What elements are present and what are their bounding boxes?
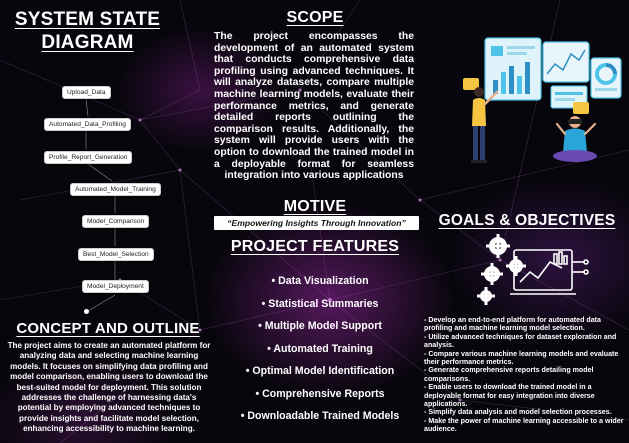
gears-analytics-icon (470, 232, 590, 312)
features-title: PROJECT FEATURES (230, 238, 400, 255)
goal-item: - Enable users to download the trained m… (424, 383, 595, 409)
data-dashboard-illustration (455, 30, 629, 170)
state-best-model-selection: Best_Model_Selection (78, 248, 154, 261)
feature-item: • Multiple Model Support (258, 320, 382, 332)
scope-paragraph: The project encompasses the development … (214, 31, 414, 182)
goal-item: - Compare various machine learning model… (424, 349, 619, 367)
goals-title: GOALS & OBJECTIVES (438, 212, 616, 229)
features-list: • Data Visualization • Statistical Summa… (210, 270, 430, 428)
system-state-diagram-title: SYSTEM STATE DIAGRAM (14, 9, 161, 53)
feature-item: • Comprehensive Reports (255, 387, 385, 400)
goal-item: - Simplify data analysis and model selec… (424, 408, 612, 417)
scope-title: SCOPE (286, 9, 344, 26)
state-diagram: Upload_Data Automated_Data_Profiling Pro… (0, 60, 210, 320)
goal-item: - Make the power of machine learning acc… (424, 416, 624, 434)
goal-item: - Develop an end-to-end platform for aut… (424, 316, 601, 333)
feature-item: • Automated Training (267, 342, 373, 355)
feature-item: • Data Visualization (271, 275, 369, 287)
concept-paragraph: The project aims to create an automated … (7, 341, 211, 434)
feature-item: • Optimal Model Identification (245, 365, 395, 377)
goals-list: - Develop an end-to-end platform for aut… (424, 316, 628, 434)
state-profile-report-generation: Profile_Report_Generation (44, 151, 133, 164)
state-automated-model-training: Automated_Model_Training (70, 183, 161, 196)
motive-title: MOTIVE (283, 198, 347, 215)
state-automated-data-profiling: Automated_Data_Profiling (44, 118, 131, 131)
goal-item: - Generate comprehensive reports detaili… (424, 366, 594, 383)
final-state-dot (84, 309, 89, 314)
state-upload-data: Upload_Data (62, 86, 111, 99)
feature-item: • Downloadable Trained Models (240, 410, 400, 422)
goal-item: - Utilize advanced techniques for datase… (424, 332, 617, 350)
state-model-comparison: Model_Comparison (82, 215, 150, 228)
feature-item: • Statistical Summaries (261, 297, 379, 310)
state-model-deployment: Model_Deployment (82, 280, 149, 293)
concept-title: CONCEPT AND OUTLINE (16, 320, 200, 337)
motive-tagline: “Empowering Insights Through Innovation” (214, 216, 419, 230)
